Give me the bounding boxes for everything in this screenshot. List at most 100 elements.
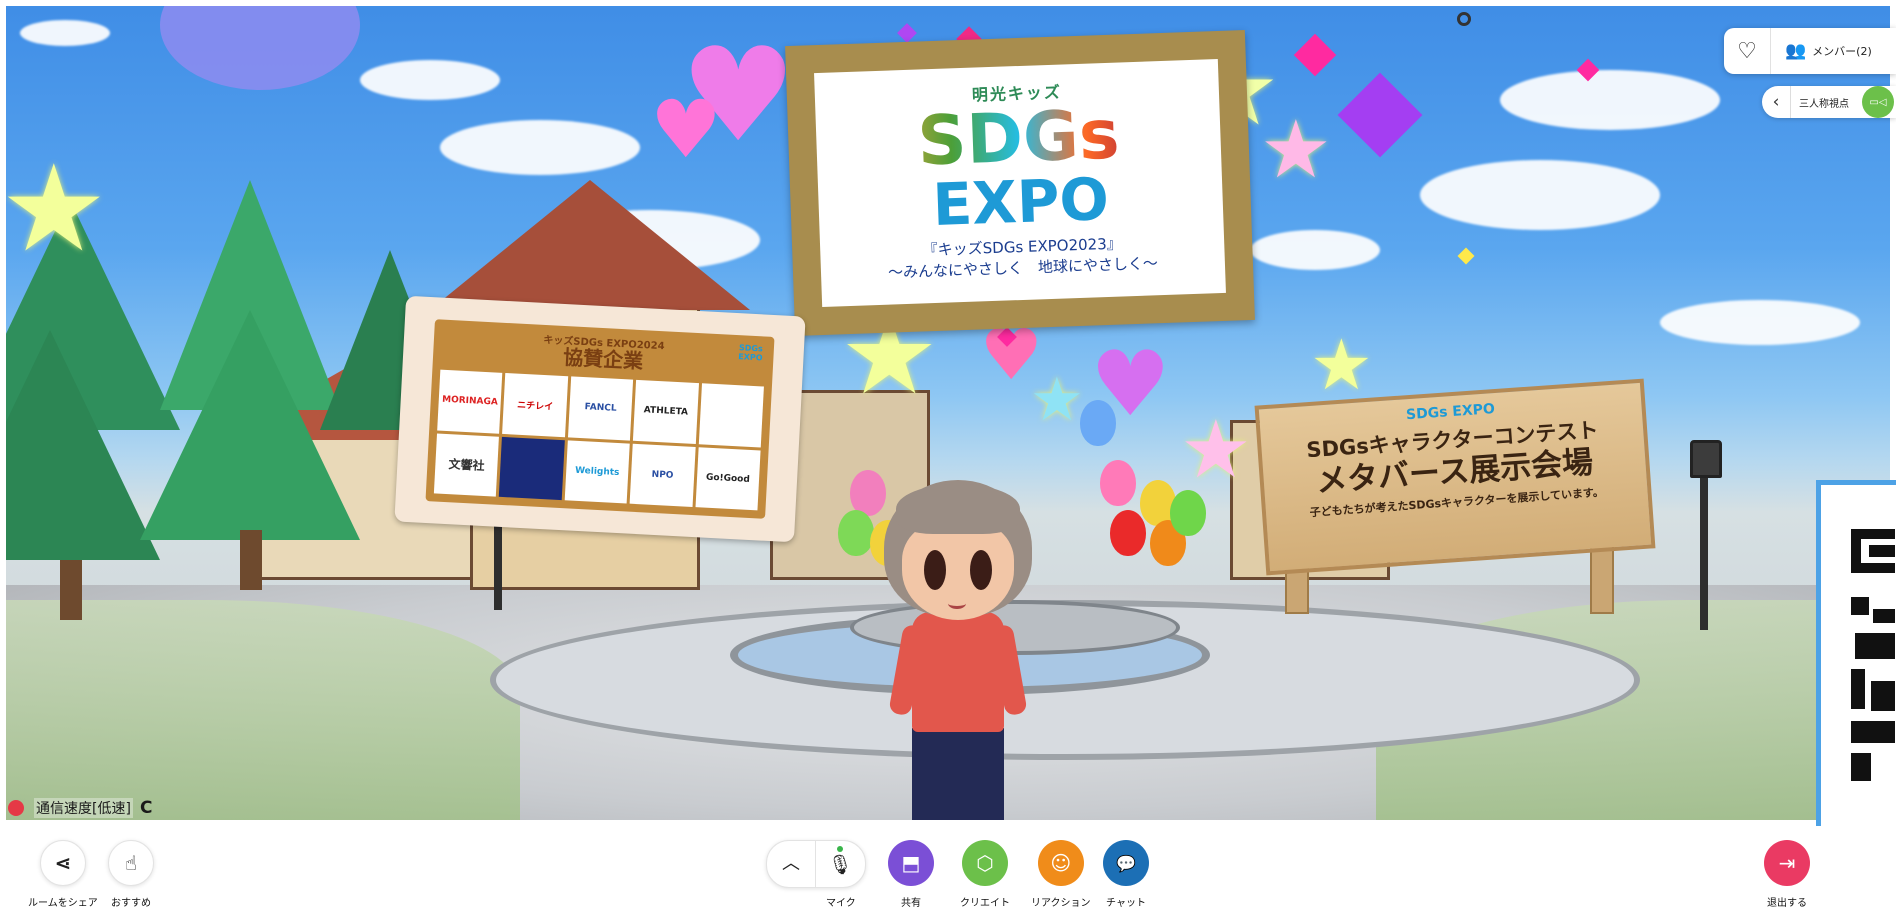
members-button[interactable]: 👥 メンバー(2) <box>1771 41 1872 61</box>
qr-module <box>1873 609 1895 623</box>
qr-module <box>1851 597 1869 615</box>
mic-options-button[interactable]: ︿ <box>767 841 816 887</box>
chat-label: チャット <box>1106 898 1146 909</box>
sponsor-panel: キッズSDGs EXPO2024 協賛企業 SDGs EXPO MORINAGA… <box>425 319 775 519</box>
street-lamp-head <box>1690 440 1722 478</box>
members-icon: 👥 <box>1785 41 1807 61</box>
balloon <box>838 510 874 556</box>
share-room-label: ルームをシェア <box>28 898 98 909</box>
balloon <box>1110 510 1146 556</box>
hand-pointer-icon: ☝ <box>124 851 138 875</box>
avatar-face <box>902 520 1014 620</box>
cloud <box>440 120 640 175</box>
avatar-eye <box>970 550 992 590</box>
pine-tree <box>0 330 160 560</box>
chat-circle[interactable]: 💬 <box>1103 840 1149 886</box>
members-label: メンバー(2) <box>1812 45 1872 58</box>
balloon <box>1080 400 1116 446</box>
screen-share-icon: ⬒ <box>901 851 921 875</box>
sponsor-logo-grid: MORINAGA ニチレイ FANCL ATHLETA 文響社 Welights… <box>433 369 764 511</box>
cloud <box>1250 230 1380 270</box>
qr-module <box>1851 669 1865 709</box>
confetti <box>1293 33 1337 77</box>
share-room-button[interactable]: ⋖ ルームをシェア <box>28 840 98 909</box>
sdgs-expo-main-board: 明光キッズ SDGs EXPO 『キッズSDGs EXPO2023』 〜みんなに… <box>785 30 1255 336</box>
microphone-icon: 🎙 <box>827 853 853 876</box>
mic-label: マイク <box>826 898 856 909</box>
chevron-left-icon[interactable]: ‹ <box>1762 86 1791 118</box>
grass-left <box>0 600 520 826</box>
create-label: クリエイト <box>960 898 1010 909</box>
share-screen-circle[interactable]: ⬒ <box>888 840 934 886</box>
sky-blob <box>160 0 360 90</box>
qr-module <box>1871 681 1895 711</box>
cloud <box>1660 300 1860 345</box>
chat-button[interactable]: 💬 チャット <box>1103 840 1149 909</box>
create-button[interactable]: ⬡ クリエイト <box>960 840 1010 909</box>
character-contest-sign: SDGs EXPO SDGsキャラクターコンテスト メタバース展示会場 子どもた… <box>1254 378 1656 576</box>
heart-decoration: ♥ <box>650 83 722 176</box>
confetti <box>897 23 917 43</box>
reload-icon[interactable]: C <box>140 798 152 818</box>
exit-circle[interactable]: ⇥ <box>1764 840 1810 886</box>
sponsor-logo: 文響社 <box>433 432 500 497</box>
qr-module <box>1851 721 1895 743</box>
connection-status: 通信速度[低速] C <box>8 798 152 818</box>
share-button-circle[interactable]: ⋖ <box>39 840 86 886</box>
sponsor-logo <box>698 383 764 447</box>
mic-control: ︿ 🎙 <box>766 840 866 888</box>
sponsor-logo: MORINAGA <box>437 369 503 434</box>
recommend-button[interactable]: ☝ おすすめ <box>108 840 154 909</box>
qr-module <box>1855 633 1895 659</box>
video-camera-icon: ▭◁ <box>1869 96 1887 108</box>
balloon <box>1170 490 1206 536</box>
confetti <box>1457 247 1475 265</box>
share-screen-button[interactable]: ⬒ 共有 <box>888 840 934 909</box>
reaction-label: リアクション <box>1031 898 1091 909</box>
confetti <box>1337 72 1423 158</box>
main-board-panel: 明光キッズ SDGs EXPO 『キッズSDGs EXPO2023』 〜みんなに… <box>814 59 1226 307</box>
share-screen-label: 共有 <box>901 898 921 909</box>
camera-button[interactable]: ▭◁ <box>1862 86 1894 118</box>
viewpoint-toggle[interactable]: ‹ 三人称視点 ▭◁ <box>1762 86 1896 118</box>
favorite-button[interactable]: ♡ <box>1724 28 1771 74</box>
create-circle[interactable]: ⬡ <box>962 840 1008 886</box>
sponsor-logo: ニチレイ <box>502 373 568 437</box>
cloud <box>1500 70 1720 130</box>
sponsor-logo: Welights <box>564 439 630 504</box>
star-decoration: ★ <box>1180 403 1252 496</box>
star-decoration: ★ <box>1260 103 1332 196</box>
reaction-circle[interactable]: ☺ <box>1037 840 1084 886</box>
avatar-pants <box>912 728 1004 826</box>
exit-label: 退出する <box>1767 898 1807 909</box>
viewpoint-label: 三人称視点 <box>1799 98 1849 110</box>
recommend-label: おすすめ <box>111 898 151 909</box>
cloud <box>20 20 110 46</box>
exit-button[interactable]: ⇥ 退出する <box>1764 840 1810 909</box>
connection-indicator-icon <box>8 800 24 816</box>
reaction-button[interactable]: ☺ リアクション <box>1031 840 1091 909</box>
cursor-ring-icon <box>1457 12 1471 26</box>
star-decoration: ★ <box>1310 324 1373 406</box>
avatar-bangs <box>896 484 1020 534</box>
sponsor-corner-logo: SDGs EXPO <box>738 343 763 363</box>
street-lamp <box>1700 470 1708 630</box>
smiley-icon: ☺ <box>1050 851 1072 875</box>
sponsor-logo: NPO <box>629 443 696 507</box>
recommend-button-circle[interactable]: ☝ <box>108 840 154 886</box>
mic-active-indicator <box>837 845 843 852</box>
sponsor-logo: ATHLETA <box>633 379 699 444</box>
qr-module <box>1869 545 1895 557</box>
metaverse-3d-view[interactable]: ★ ★ ★ ★ ★ ★ ★ ♥ ♥ ♥ ♥ 明光キッズ SDGs EXPO 『キ… <box>0 0 1896 826</box>
tree-trunk <box>60 560 82 620</box>
sponsor-logo: FANCL <box>567 376 634 441</box>
top-right-panel: ♡ 👥 メンバー(2) <box>1724 28 1896 74</box>
sponsor-board: キッズSDGs EXPO2024 協賛企業 SDGs EXPO MORINAGA… <box>394 295 806 543</box>
cloud <box>360 60 500 100</box>
sponsor-logo <box>499 436 565 501</box>
building-roof <box>430 180 750 310</box>
mic-button[interactable]: 🎙 <box>816 845 864 876</box>
star-decoration: ★ <box>0 140 108 279</box>
avatar-eye <box>924 550 946 590</box>
avatar-mouth <box>948 598 966 609</box>
